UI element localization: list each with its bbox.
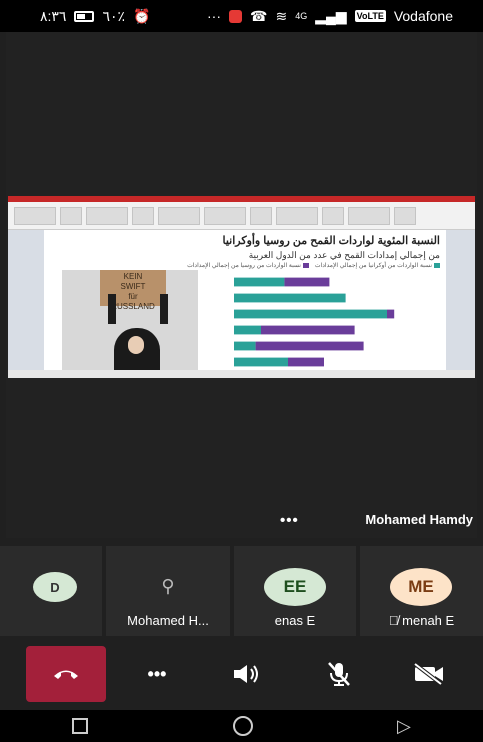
wifi-icon: ≋: [275, 7, 288, 24]
chart-bar-russia: [261, 325, 355, 335]
ribbon-group-icon: [14, 206, 56, 225]
ribbon-button-icon: [322, 206, 344, 225]
mic-off-icon: [328, 662, 350, 686]
avatar-initials: D: [50, 579, 60, 595]
camera-off-button[interactable]: [402, 646, 456, 702]
ribbon-button-icon: [132, 206, 154, 225]
powerpoint-ribbon: [8, 202, 475, 230]
ribbon-group-icon: [158, 206, 200, 225]
protester-face: [128, 336, 144, 354]
participant-avatar: D: [33, 572, 77, 602]
participant-name: enas E: [274, 613, 316, 628]
chart-bar-ukraine: [234, 277, 285, 287]
slide-subtitle: من إجمالي إمدادات القمح في عدد من الدول …: [248, 250, 440, 260]
participant-name: Mohamed H...: [127, 613, 209, 628]
slide-title: النسبة المئوية لواردات القمح من روسيا وأ…: [222, 235, 440, 247]
participant-tile-2[interactable]: ⚲ Mohamed H...: [106, 546, 230, 636]
chart-bar-russia: [284, 277, 330, 287]
slide-canvas: النسبة المئوية لواردات القمح من روسيا وأ…: [8, 230, 475, 370]
legend-item-ukraine: نسبة الواردات من أوكرانيا من إجمالي الإم…: [315, 262, 440, 269]
chart-bar-ukraine: [234, 341, 256, 351]
participant-tile-4[interactable]: ME 🎙̸ menah E: [360, 546, 483, 636]
chart-bar-ukraine: [234, 325, 261, 335]
participant-avatar: ME: [390, 568, 452, 606]
battery-percent: ٦٠٪: [102, 7, 126, 24]
status-right: ··· ☎ ≋ 4G ▂▄▆ VoLTE Vodafone: [207, 8, 453, 25]
speaker-icon: [234, 665, 258, 683]
end-call-button[interactable]: [26, 646, 106, 702]
ribbon-group-icon: [86, 206, 128, 225]
more-dots-icon: •••: [147, 663, 167, 684]
legend-label-russia: نسبة الواردات من روسيا من إجمالي الإمداد…: [187, 263, 301, 269]
chart-bar-russia: [255, 341, 364, 351]
status-bar: ٨:٣٦ ٦٠٪ ⏰ ··· ☎ ≋ 4G ▂▄▆ VoLTE Vodafone: [0, 0, 483, 32]
ribbon-button-icon: [60, 206, 82, 225]
protester-arm-right: [160, 294, 168, 324]
participant-name-row: 🎙̸ menah E: [360, 613, 483, 628]
ribbon-group-icon: [204, 206, 246, 225]
status-left: ٨:٣٦ ٦٠٪ ⏰: [40, 8, 150, 25]
speaker-button[interactable]: [220, 646, 274, 702]
protester-arm-left: [108, 294, 116, 324]
camera-off-icon: [413, 663, 443, 685]
avatar-initials: EE: [283, 577, 307, 596]
app-status-bar: [8, 370, 475, 378]
protest-photo: KEIN SWIFT für RUSSLAND: [62, 270, 198, 370]
active-speaker-name: Mohamed Hamdy: [365, 512, 473, 527]
legend-item-russia: نسبة الواردات من روسيا من إجمالي الإمداد…: [187, 262, 309, 269]
sign-line: SWIFT: [120, 282, 146, 291]
recent-apps-icon[interactable]: [72, 718, 89, 734]
mute-mic-button[interactable]: [312, 646, 366, 702]
ribbon-button-icon: [394, 206, 416, 225]
legend-swatch-russia: [302, 263, 309, 268]
hang-up-icon: [54, 670, 78, 679]
more-options-button[interactable]: •••: [280, 512, 299, 529]
participant-avatar: EE: [264, 568, 326, 606]
notification-dots-icon: ···: [207, 8, 221, 24]
clock: ٨:٣٦: [40, 7, 67, 24]
more-controls-button[interactable]: •••: [130, 646, 184, 702]
participant-name: menah E: [402, 613, 455, 628]
chart-bar-russia: [288, 357, 324, 367]
legend-swatch-ukraine: [434, 263, 440, 268]
chart-bar-ukraine: [234, 357, 288, 367]
ribbon-button-icon: [250, 206, 272, 225]
battery-icon: [74, 10, 95, 22]
mic-muted-icon: 🎙̸: [388, 613, 399, 628]
chart-bar-ukraine: [234, 293, 346, 303]
legend-label-ukraine: نسبة الواردات من أوكرانيا من إجمالي الإم…: [314, 263, 432, 269]
ribbon-group-icon: [276, 206, 318, 225]
shared-screen[interactable]: النسبة المئوية لواردات القمح من روسيا وأ…: [8, 196, 475, 378]
signal-icon: ▂▄▆: [315, 7, 347, 24]
network-type: 4G: [295, 11, 308, 21]
home-icon[interactable]: [232, 716, 253, 736]
back-icon[interactable]: ▷: [397, 716, 411, 737]
participant-strip: D ⚲ Mohamed H... EE enas E ME 🎙̸ menah E: [0, 546, 483, 640]
chart-bar-ukraine: [234, 309, 387, 319]
slide: النسبة المئوية لواردات القمح من روسيا وأ…: [44, 230, 446, 370]
participant-tile-3[interactable]: EE enas E: [234, 546, 356, 636]
notification-icon: [229, 9, 242, 23]
volte-badge: VoLTE: [354, 10, 386, 22]
participant-tile-1[interactable]: D: [0, 546, 102, 636]
carrier-name: Vodafone: [393, 8, 453, 24]
system-nav-bar: ▷: [0, 710, 483, 742]
call-icon: ☎: [250, 7, 268, 24]
ribbon-group-icon: [348, 206, 390, 225]
chart-bar-russia: [387, 309, 395, 319]
call-controls: •••: [0, 640, 483, 710]
sign-line: KEIN: [123, 272, 143, 281]
alarm-icon: ⏰: [133, 7, 151, 24]
avatar-initials: ME: [408, 577, 434, 596]
chart-legend: نسبة الواردات من أوكرانيا من إجمالي الإم…: [187, 262, 440, 269]
person-placeholder-icon: ⚲: [161, 576, 175, 596]
bar-chart: [234, 277, 395, 367]
